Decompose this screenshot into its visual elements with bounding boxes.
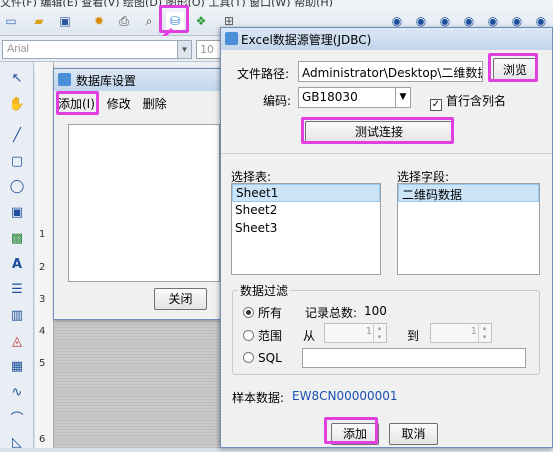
header-checkbox-label: 首行含列名	[446, 94, 507, 108]
dialog-title: 数据库设置	[76, 74, 137, 88]
dialog-menu: 添加(I) 修改 删除	[58, 95, 175, 112]
chevron-down-icon[interactable]: ▼	[395, 88, 410, 107]
rich-text-tool-icon[interactable]: ☰	[7, 279, 27, 299]
dialog-title-bar: 数据库设置	[54, 69, 220, 91]
to-stepper[interactable]: 1	[430, 323, 492, 343]
text-tool-icon[interactable]: A	[7, 254, 27, 274]
arc-tool-icon[interactable]: ⌒	[7, 407, 27, 427]
add-button[interactable]: 添加	[331, 423, 379, 445]
field-list[interactable]: 二维码数据	[397, 183, 540, 275]
barcode-tool-icon[interactable]: ▥	[7, 305, 27, 325]
separator	[221, 153, 552, 154]
database-icon	[58, 73, 71, 86]
shape-tool-icon[interactable]: ◬	[7, 331, 27, 351]
database-settings-dialog: 数据库设置 添加(I) 修改 删除 关闭	[53, 68, 221, 320]
filter-all-radio[interactable]: 所有	[243, 304, 282, 321]
file-path-label: 文件路径:	[237, 67, 290, 81]
rectangle-tool-icon[interactable]: ▢	[7, 151, 27, 171]
cancel-button[interactable]: 取消	[389, 423, 438, 445]
edit-menu-item[interactable]: 修改	[107, 97, 131, 111]
vertical-ruler: 1 2 3 4 5 6	[35, 62, 54, 448]
filter-all-label: 所有	[258, 306, 283, 320]
pointer-tool-icon[interactable]: ↖	[7, 68, 27, 88]
checkbox-checked-icon[interactable]: ✓	[430, 99, 442, 111]
ruler-number: 6	[39, 434, 46, 445]
left-toolbar: ↖ ✋ ╱ ▢ ◯ ▣ ▩ A ☰ ▥ ◬ ▦ ∿ ⌒ ◺	[0, 62, 34, 450]
chevron-down-icon[interactable]: ▼	[177, 41, 191, 58]
dialog-title-bar: Excel数据源管理(JDBC)	[221, 28, 552, 50]
line-tool-icon[interactable]: ╱	[7, 125, 27, 145]
record-count-value: 100	[364, 304, 387, 318]
ellipse-tool-icon[interactable]: ◯	[7, 176, 27, 196]
file-path-input[interactable]: Administrator\Desktop\二维数据.xls	[298, 61, 483, 82]
sql-input[interactable]	[302, 348, 526, 368]
record-count-label: 记录总数:	[305, 306, 358, 320]
table-list[interactable]: Sheet1 Sheet2 Sheet3	[231, 183, 381, 275]
filter-sql-radio[interactable]: SQL	[243, 351, 282, 365]
database-icon	[225, 32, 238, 45]
design-canvas[interactable]	[54, 320, 220, 448]
ruler-number: 4	[39, 326, 46, 337]
table-item-sheet1[interactable]: Sheet1	[232, 184, 380, 202]
encoding-value: GB18030	[302, 90, 358, 104]
excel-datasource-dialog: Excel数据源管理(JDBC) 文件路径: Administrator\Des…	[220, 27, 553, 448]
radio-on-icon[interactable]	[243, 307, 254, 318]
ruler-number: 3	[39, 294, 46, 305]
sample-data-label: 样本数据:	[232, 391, 285, 405]
encoding-label: 编码:	[263, 94, 292, 108]
filter-sql-label: SQL	[258, 351, 282, 365]
field-item[interactable]: 二维码数据	[398, 184, 539, 202]
from-label: 从	[303, 329, 316, 343]
close-button[interactable]: 关闭	[154, 288, 207, 310]
sample-data-value: EW8CN00000001	[292, 389, 398, 403]
filter-range-radio[interactable]: 范围	[243, 327, 282, 344]
ruler-number: 5	[39, 358, 46, 369]
database-list[interactable]	[68, 124, 220, 282]
browse-button[interactable]: 浏览	[493, 58, 537, 82]
encoding-select[interactable]: GB18030 ▼	[298, 87, 411, 108]
curve-tool-icon[interactable]: ∿	[7, 382, 27, 402]
filter-range-label: 范围	[258, 329, 283, 343]
font-selector[interactable]: Arial ▼	[2, 40, 192, 59]
from-stepper[interactable]: 1	[324, 323, 387, 343]
font-name: Arial	[7, 43, 30, 55]
ruler-number: 2	[39, 262, 46, 273]
radio-off-icon[interactable]	[243, 352, 254, 363]
delete-menu-item[interactable]: 删除	[143, 97, 167, 111]
pan-tool-icon[interactable]: ✋	[7, 94, 27, 114]
picture-tool-icon[interactable]: ▩	[7, 228, 27, 248]
dialog-title: Excel数据源管理(JDBC)	[241, 33, 372, 47]
qrcode-tool-icon[interactable]: ▦	[7, 356, 27, 376]
table-item-sheet3[interactable]: Sheet3	[232, 220, 380, 238]
table-item-sheet2[interactable]: Sheet2	[232, 202, 380, 220]
test-connection-button[interactable]: 测试连接	[305, 121, 453, 143]
ruler-number: 1	[39, 229, 46, 240]
data-filter-label: 数据过滤	[238, 282, 291, 299]
to-label: 到	[407, 329, 420, 343]
font-size-field[interactable]: 10	[196, 40, 222, 59]
add-menu-item[interactable]: 添加(I)	[58, 97, 95, 111]
polygon-tool-icon[interactable]: ◺	[7, 432, 27, 452]
image-tool-icon[interactable]: ▣	[7, 202, 27, 222]
header-checkbox[interactable]: ✓ 首行含列名	[430, 92, 506, 111]
radio-off-icon[interactable]	[243, 330, 254, 341]
